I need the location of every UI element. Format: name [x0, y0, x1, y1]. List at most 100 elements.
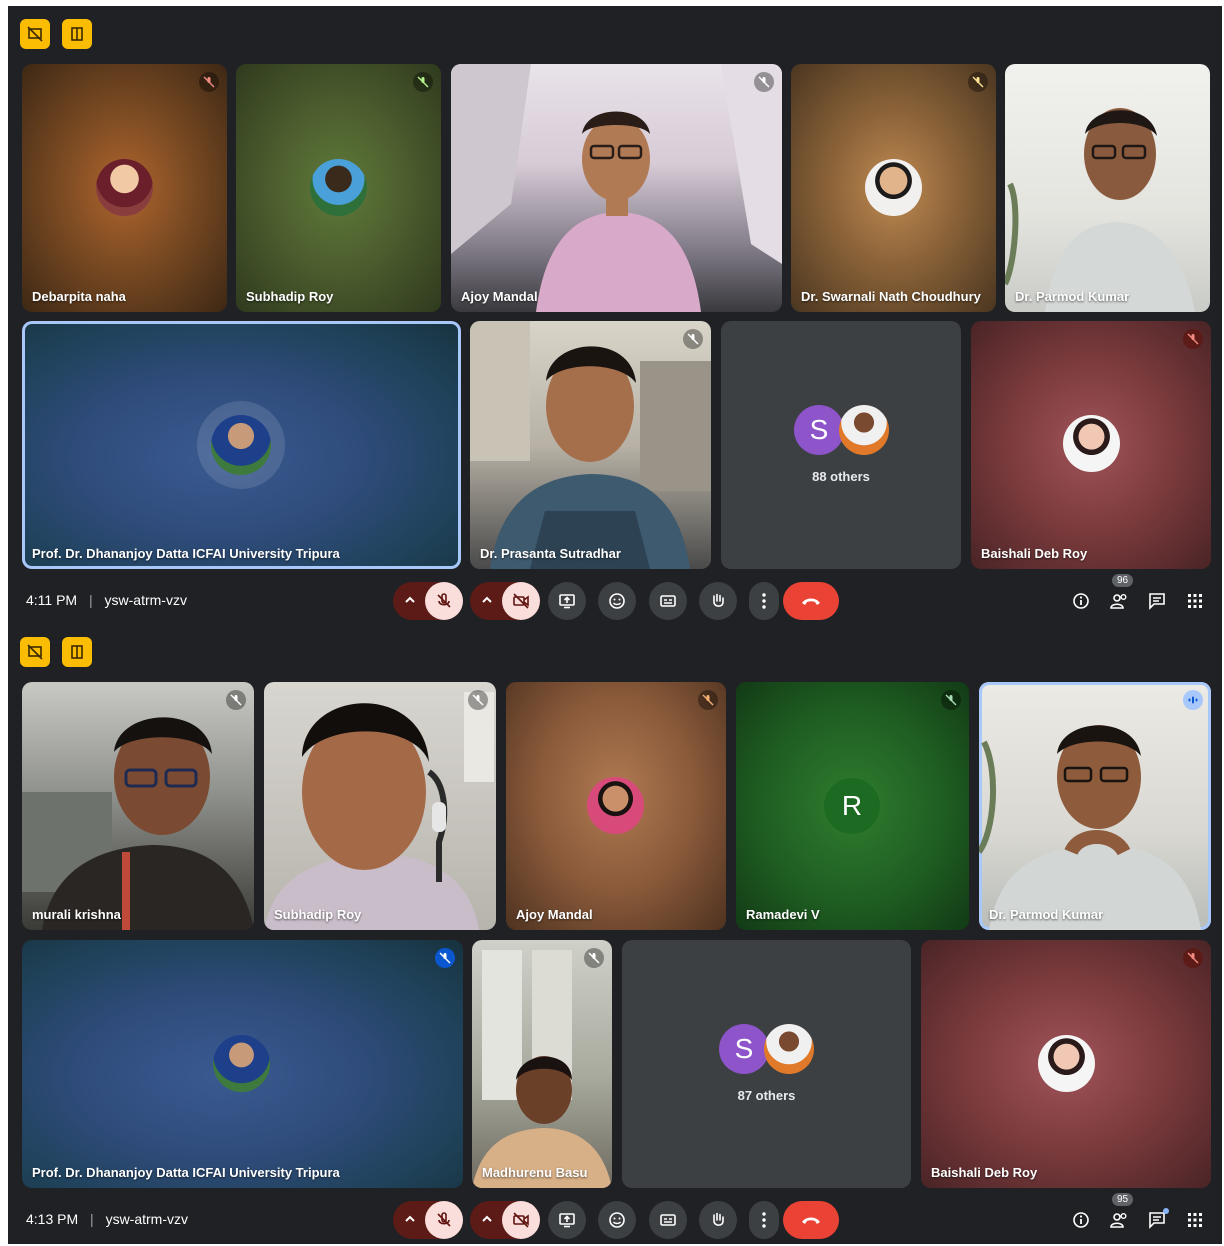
meeting-clock: 4:11 PM | ysw-atrm-vzv	[26, 592, 187, 608]
chevron-up-icon[interactable]	[480, 1212, 494, 1226]
camera-feed	[470, 321, 711, 569]
activities-button[interactable]	[1182, 1207, 1208, 1233]
participant-tile[interactable]: Dr. Prasanta Sutradhar	[470, 321, 711, 569]
raise-hand-button[interactable]	[699, 1201, 737, 1239]
participant-name: Ajoy Mandal	[516, 907, 593, 922]
camera-feed	[979, 725, 1201, 930]
participant-tile[interactable]: Ajoy Mandal	[451, 64, 782, 312]
present-screen-button[interactable]	[548, 582, 586, 620]
people-button[interactable]: 95	[1106, 1193, 1134, 1233]
captions-icon	[660, 1214, 676, 1226]
mic-off-icon	[683, 329, 703, 349]
emoji-icon	[609, 1212, 625, 1228]
avatar-letter: R	[824, 778, 880, 834]
activities-icon	[1188, 594, 1202, 608]
chevron-up-icon[interactable]	[480, 593, 494, 607]
end-call-icon	[802, 1217, 820, 1224]
more-options-button[interactable]	[749, 582, 779, 620]
audio-control-group	[393, 1201, 463, 1239]
others-avatar-letter: S	[719, 1024, 769, 1074]
people-count-badge: 95	[1112, 1193, 1134, 1206]
meeting-clock: 4:13 PM | ysw-atrm-vzv	[26, 1211, 188, 1227]
camera-off-icon	[513, 593, 529, 609]
participant-tile[interactable]: Dr. Swarnali Nath Choudhury	[791, 64, 996, 312]
participant-name: Subhadip Roy	[246, 289, 334, 304]
chevron-up-icon[interactable]	[403, 1212, 417, 1226]
more-options-button[interactable]	[749, 1201, 779, 1239]
others-tile[interactable]: S 88 others	[721, 321, 961, 569]
others-avatar-photo	[839, 405, 889, 455]
meeting-info-button[interactable]	[1068, 588, 1094, 614]
participant-tile[interactable]: Debarpita naha	[22, 64, 227, 312]
participant-tile[interactable]: Ajoy Mandal	[506, 682, 726, 930]
captions-button[interactable]	[649, 1201, 687, 1239]
chat-button[interactable]	[1144, 1207, 1170, 1233]
activities-button[interactable]	[1182, 588, 1208, 614]
participant-tile[interactable]: murali krishna	[22, 682, 254, 930]
meeting-info-button[interactable]	[1068, 1207, 1094, 1233]
participant-name: Dr. Prasanta Sutradhar	[480, 546, 621, 561]
end-call-button[interactable]	[783, 582, 839, 620]
video-control-group	[470, 1201, 540, 1239]
participant-name: Ajoy Mandal	[461, 289, 538, 304]
layout-button[interactable]	[62, 19, 92, 49]
others-count: 87 others	[737, 1088, 796, 1103]
participant-tile[interactable]: Subhadip Roy	[264, 682, 496, 930]
camera-toggle-button[interactable]	[502, 582, 540, 620]
camera-feed	[1005, 108, 1195, 312]
participant-name: Subhadip Roy	[274, 907, 362, 922]
end-call-icon	[802, 598, 820, 605]
participant-tile[interactable]: Subhadip Roy	[236, 64, 441, 312]
presentation-off-button[interactable]	[20, 19, 50, 49]
raise-hand-button[interactable]	[699, 582, 737, 620]
camera-feed	[264, 692, 494, 930]
mic-off-icon	[941, 690, 961, 710]
participant-name: murali krishna	[32, 907, 121, 922]
participant-tile[interactable]: Prof. Dr. Dhananjoy Datta ICFAI Universi…	[22, 321, 461, 569]
end-call-button[interactable]	[783, 1201, 839, 1239]
captions-button[interactable]	[649, 582, 687, 620]
camera-off-icon	[513, 1212, 529, 1228]
chat-icon	[1149, 593, 1165, 610]
participant-name: Ramadevi V	[746, 907, 820, 922]
reactions-button[interactable]	[598, 1201, 636, 1239]
audio-control-group	[393, 582, 463, 620]
meeting-screenshot-1: Debarpita naha Subhadip Roy Ajoy Mandal …	[8, 6, 1222, 626]
info-icon	[1073, 1212, 1089, 1228]
avatar	[96, 159, 153, 216]
avatar	[1038, 1035, 1095, 1092]
chevron-up-icon[interactable]	[403, 593, 417, 607]
mic-off-icon	[437, 593, 451, 608]
presentation-off-button[interactable]	[20, 637, 50, 667]
mic-off-icon	[468, 690, 488, 710]
others-tile[interactable]: S 87 others	[622, 940, 911, 1188]
mic-toggle-button[interactable]	[425, 582, 463, 620]
people-icon	[1110, 594, 1127, 609]
mic-toggle-button[interactable]	[425, 1201, 463, 1239]
participant-tile[interactable]: Madhurenu Basu	[472, 940, 612, 1188]
participant-tile[interactable]: Baishali Deb Roy	[921, 940, 1211, 1188]
camera-toggle-button[interactable]	[502, 1201, 540, 1239]
layout-button[interactable]	[62, 637, 92, 667]
mic-off-icon	[435, 948, 455, 968]
people-count-badge: 96	[1112, 574, 1134, 587]
reactions-button[interactable]	[598, 582, 636, 620]
avatar	[213, 1035, 270, 1092]
presentation-off-icon	[27, 26, 43, 42]
participant-tile[interactable]: Prof. Dr. Dhananjoy Datta ICFAI Universi…	[22, 940, 463, 1188]
mic-off-icon	[584, 948, 604, 968]
participant-tile[interactable]: Dr. Parmod Kumar	[979, 682, 1211, 930]
participant-tile[interactable]: Dr. Parmod Kumar	[1005, 64, 1210, 312]
participant-tile[interactable]: Baishali Deb Roy	[971, 321, 1211, 569]
participant-tile[interactable]: R Ramadevi V	[736, 682, 969, 930]
chat-button[interactable]	[1144, 588, 1170, 614]
participant-name: Dr. Swarnali Nath Choudhury	[801, 289, 981, 304]
others-avatar-photo	[764, 1024, 814, 1074]
control-bar: 4:11 PM | ysw-atrm-vzv 96	[8, 574, 1222, 624]
avatar	[1063, 415, 1120, 472]
present-screen-button[interactable]	[548, 1201, 586, 1239]
present-screen-icon	[559, 1213, 575, 1228]
participant-name: Baishali Deb Roy	[931, 1165, 1038, 1180]
present-screen-icon	[559, 594, 575, 609]
people-button[interactable]: 96	[1106, 574, 1134, 614]
